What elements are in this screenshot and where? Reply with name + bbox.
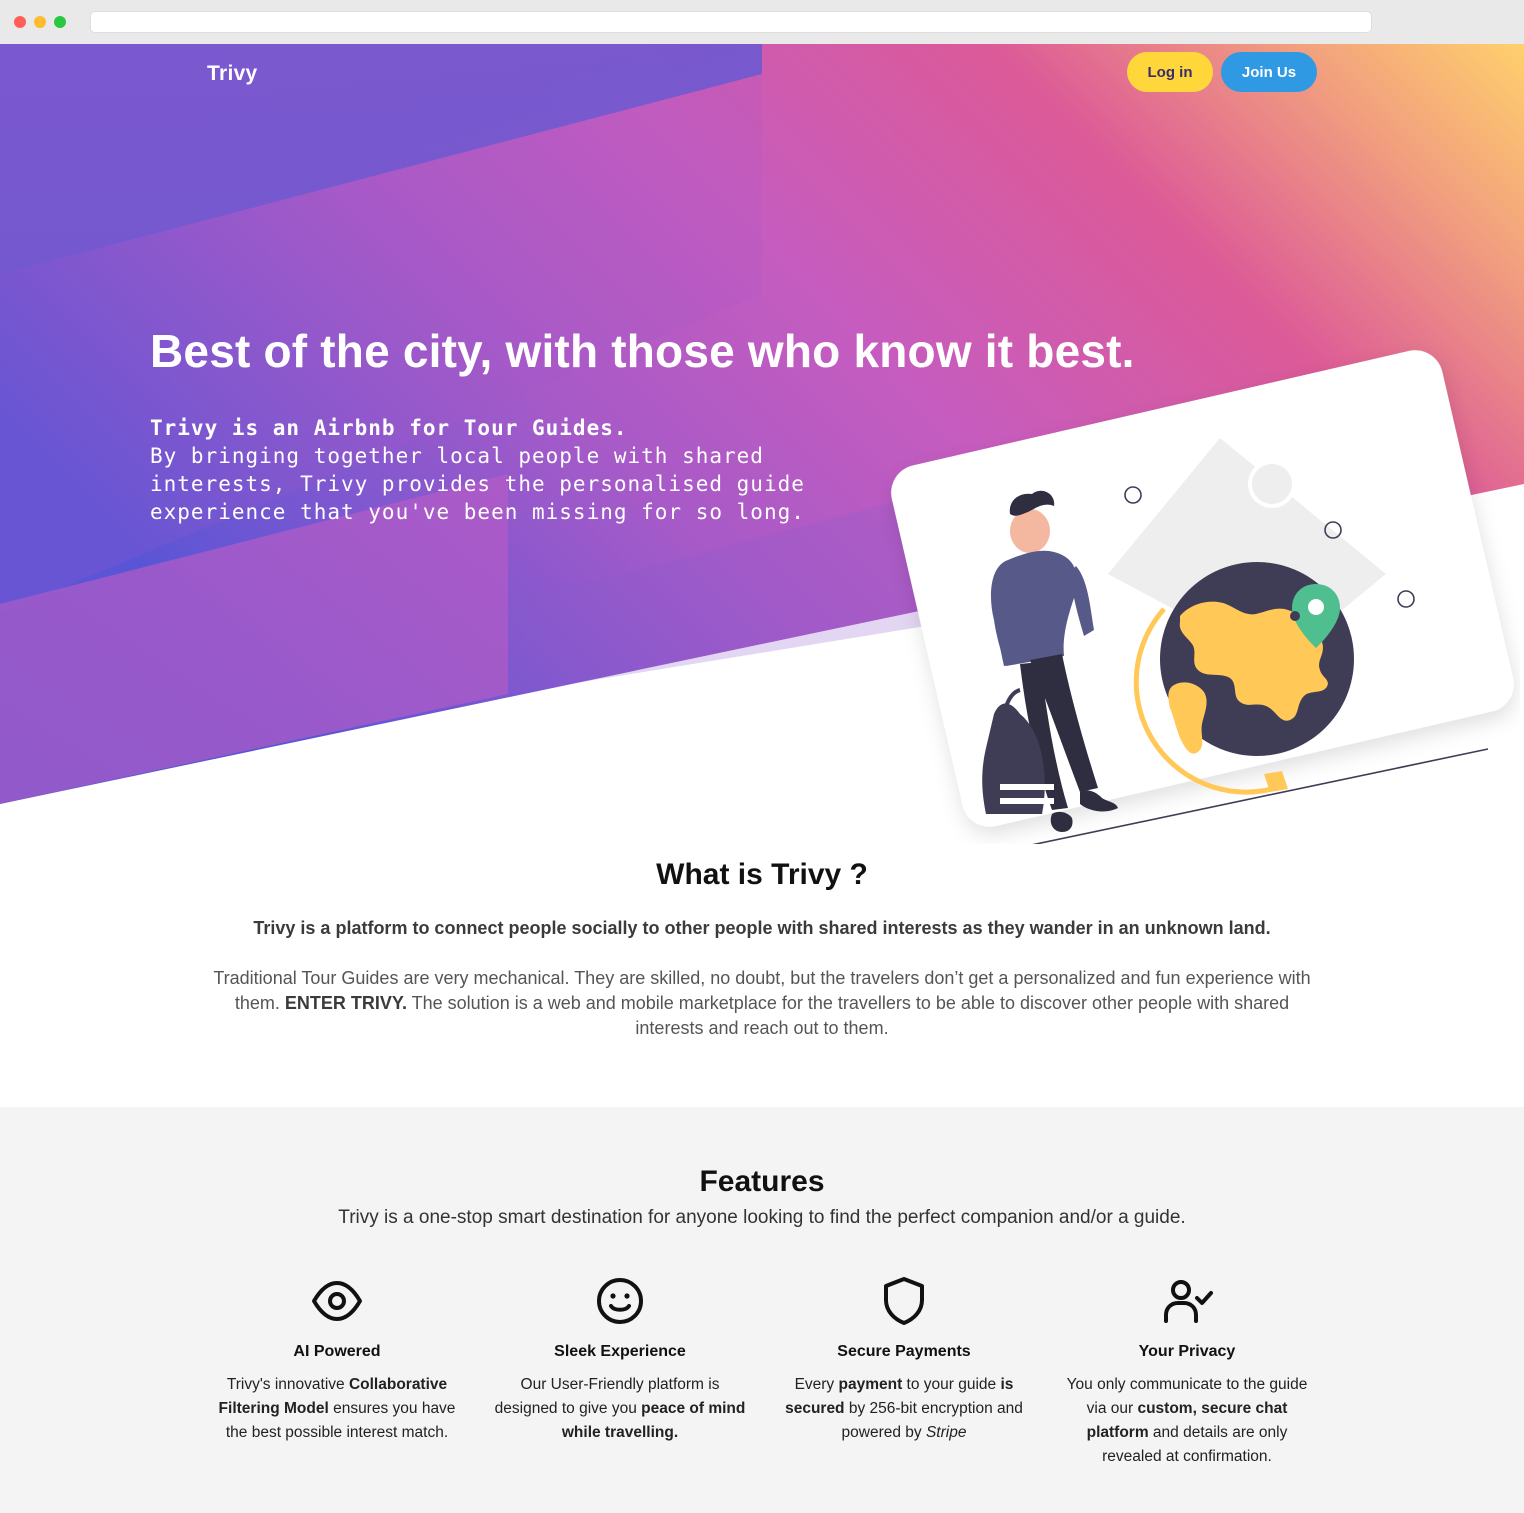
what-is-body-part2: The solution is a web and mobile marketp… xyxy=(411,993,1290,1038)
what-is-section: What is Trivy ? Trivy is a platform to c… xyxy=(0,844,1524,1107)
feature-ai-powered: AI Powered Trivy's innovative Collaborat… xyxy=(206,1275,468,1445)
feature-emphasis: payment xyxy=(838,1376,903,1393)
feature-secure-payments: Secure Payments Every payment to your gu… xyxy=(773,1275,1035,1445)
feature-text: Trivy's innovative xyxy=(226,1376,349,1393)
feature-text: Every xyxy=(794,1376,839,1393)
feature-description: Every payment to your guide is secured b… xyxy=(773,1373,1035,1445)
eye-icon xyxy=(312,1281,362,1321)
features-subtitle: Trivy is a one-stop smart destination fo… xyxy=(338,1207,1186,1228)
feature-text: to your guide xyxy=(902,1376,1001,1393)
feature-title: Your Privacy xyxy=(1138,1343,1236,1360)
hero-lead-text: By bringing together local people with s… xyxy=(150,444,805,524)
maximize-window-dot[interactable] xyxy=(54,16,66,28)
features-section: Features Trivy is a one-stop smart desti… xyxy=(0,1107,1524,1513)
feature-description: Our User-Friendly platform is designed t… xyxy=(489,1373,751,1445)
login-button[interactable]: Log in xyxy=(1127,52,1213,92)
feature-title: AI Powered xyxy=(293,1343,381,1360)
minimize-window-dot[interactable] xyxy=(34,16,46,28)
traveler-globe-illustration xyxy=(891,350,1514,844)
browser-chrome xyxy=(0,0,1524,44)
page: Trivy Log in Join Us Best of the city, w… xyxy=(0,44,1524,1513)
hero-section: Trivy Log in Join Us Best of the city, w… xyxy=(0,44,1524,844)
enter-trivy-emphasis: ENTER TRIVY. xyxy=(284,993,407,1013)
smile-icon xyxy=(597,1278,643,1324)
hero-lead: Trivy is an Airbnb for Tour Guides. By b… xyxy=(150,414,870,526)
what-is-body: Traditional Tour Guides are very mechani… xyxy=(207,966,1317,1041)
feature-description: You only communicate to the guide via ou… xyxy=(1056,1373,1318,1469)
what-is-heading: What is Trivy ? xyxy=(656,858,868,891)
feature-title: Secure Payments xyxy=(837,1343,971,1360)
features-heading: Features xyxy=(699,1165,825,1198)
stripe-mention: Stripe xyxy=(925,1424,967,1441)
brand-logo[interactable]: Trivy xyxy=(207,62,258,86)
feature-description: Trivy's innovative Collaborative Filteri… xyxy=(206,1373,468,1445)
user-check-icon xyxy=(1164,1280,1213,1323)
feature-sleek-experience: Sleek Experience Our User-Friendly platf… xyxy=(489,1275,751,1445)
feature-title: Sleek Experience xyxy=(554,1343,686,1360)
shield-icon xyxy=(884,1277,924,1325)
what-is-lead: Trivy is a platform to connect people so… xyxy=(253,918,1271,938)
join-button[interactable]: Join Us xyxy=(1221,52,1317,92)
close-window-dot[interactable] xyxy=(14,16,26,28)
feature-your-privacy: Your Privacy You only communicate to the… xyxy=(1056,1275,1318,1469)
address-bar[interactable] xyxy=(90,11,1372,33)
hero-lead-strong: Trivy is an Airbnb for Tour Guides. xyxy=(150,416,628,440)
